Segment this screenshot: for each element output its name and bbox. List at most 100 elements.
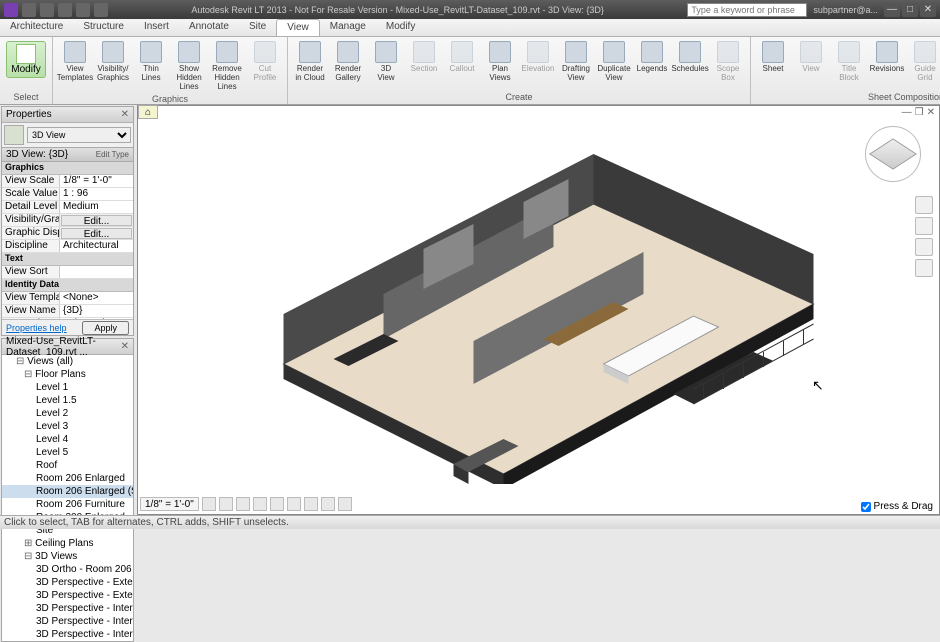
- qat-open-icon[interactable]: [22, 3, 36, 17]
- tree-node[interactable]: Level 1: [2, 381, 133, 394]
- signed-in-user[interactable]: subpartner@a...: [813, 5, 878, 15]
- properties-help-link[interactable]: Properties help: [6, 323, 67, 333]
- edit-type-button[interactable]: Edit Type: [96, 150, 129, 159]
- project-browser-tree[interactable]: Views (all)Floor PlansLevel 1Level 1.5Le…: [2, 355, 133, 641]
- thin-button[interactable]: ThinLines: [133, 39, 169, 84]
- crop-view-icon[interactable]: [270, 497, 284, 511]
- render-button[interactable]: RenderGallery: [330, 39, 366, 84]
- ribbon-tab-insert[interactable]: Insert: [134, 19, 179, 36]
- temp-hide-icon[interactable]: [321, 497, 335, 511]
- sheet-button[interactable]: Sheet: [755, 39, 791, 75]
- qat-redo-icon[interactable]: [76, 3, 90, 17]
- tree-node[interactable]: Level 4: [2, 433, 133, 446]
- prop-row[interactable]: Detail LevelMedium: [2, 201, 133, 214]
- prop-value[interactable]: [60, 266, 133, 278]
- press-drag-toggle[interactable]: Press & Drag: [861, 501, 933, 512]
- mdi-min-icon[interactable]: —: [902, 107, 912, 118]
- prop-row[interactable]: DisciplineArchitectural: [2, 240, 133, 253]
- prop-value[interactable]: {3D}: [60, 305, 133, 317]
- view-canvas[interactable]: ⌂ — ❐ ✕: [137, 105, 940, 515]
- ribbon-tab-architecture[interactable]: Architecture: [0, 19, 73, 36]
- model-view[interactable]: [168, 134, 879, 484]
- qat-save-icon[interactable]: [40, 3, 54, 17]
- ribbon-tab-view[interactable]: View: [276, 19, 320, 36]
- detail-level-icon[interactable]: [202, 497, 216, 511]
- properties-header[interactable]: Properties ✕: [2, 107, 133, 123]
- tree-node[interactable]: Ceiling Plans: [2, 537, 133, 550]
- prop-row[interactable]: View Template<None>: [2, 292, 133, 305]
- tree-node[interactable]: 3D Perspective - Interior: [2, 615, 133, 628]
- close-button[interactable]: ✕: [920, 3, 936, 17]
- visibility--button[interactable]: Visibility/Graphics: [95, 39, 131, 84]
- prop-row[interactable]: Graphic Displ...Edit...: [2, 227, 133, 240]
- mdi-close-icon[interactable]: ✕: [927, 107, 935, 118]
- drafting-button[interactable]: DraftingView: [558, 39, 594, 84]
- tree-node[interactable]: Room 206 Enlarged (Sh: [2, 485, 133, 498]
- tree-node[interactable]: 3D Perspective - Interior: [2, 628, 133, 641]
- help-search-input[interactable]: [687, 3, 807, 17]
- prop-section-identity-data[interactable]: Identity Data: [2, 279, 133, 292]
- visual-style-icon[interactable]: [219, 497, 233, 511]
- schedules-button[interactable]: Schedules: [672, 39, 708, 75]
- tree-node[interactable]: 3D Perspective - Exterio: [2, 589, 133, 602]
- prop-row[interactable]: View Scale1/8" = 1'-0": [2, 175, 133, 188]
- prop-row[interactable]: Scale Value1 : 96: [2, 188, 133, 201]
- document-tab[interactable]: ⌂: [138, 105, 158, 119]
- crop-region-icon[interactable]: [287, 497, 301, 511]
- tree-node[interactable]: 3D Views: [2, 550, 133, 563]
- apply-button[interactable]: Apply: [82, 321, 129, 335]
- show-button[interactable]: ShowHidden Lines: [171, 39, 207, 93]
- home-icon[interactable]: ⌂: [145, 107, 151, 118]
- prop-row[interactable]: Visibility/Grap...Edit...: [2, 214, 133, 227]
- tree-node[interactable]: Roof: [2, 459, 133, 472]
- prop-value[interactable]: Edit...: [61, 228, 132, 239]
- lock-view-icon[interactable]: [304, 497, 318, 511]
- view-button[interactable]: ViewTemplates: [57, 39, 93, 84]
- pan-icon[interactable]: [915, 217, 933, 235]
- revisions-button[interactable]: Revisions: [869, 39, 905, 75]
- prop-value[interactable]: Edit...: [61, 215, 132, 226]
- prop-value[interactable]: 1/8" = 1'-0": [60, 175, 133, 187]
- ribbon-tab-structure[interactable]: Structure: [73, 19, 134, 36]
- tree-node[interactable]: Level 1.5: [2, 394, 133, 407]
- tree-node[interactable]: Floor Plans: [2, 368, 133, 381]
- type-selector[interactable]: 3D View: [2, 123, 133, 147]
- type-dropdown[interactable]: 3D View: [27, 127, 131, 143]
- ribbon-tab-modify[interactable]: Modify: [376, 19, 425, 36]
- duplicate-button[interactable]: DuplicateView: [596, 39, 632, 84]
- tree-node[interactable]: 3D Perspective - Exterio: [2, 576, 133, 589]
- prop-section-graphics[interactable]: Graphics: [2, 162, 133, 175]
- tree-node[interactable]: Level 5: [2, 446, 133, 459]
- qat-undo-icon[interactable]: [58, 3, 72, 17]
- ribbon-tab-annotate[interactable]: Annotate: [179, 19, 239, 36]
- prop-section-text[interactable]: Text: [2, 253, 133, 266]
- app-logo-icon[interactable]: [4, 3, 18, 17]
- panel-close-icon[interactable]: ✕: [121, 341, 129, 352]
- tree-node[interactable]: Room 206 Enlarged: [2, 472, 133, 485]
- orbit-icon[interactable]: [915, 259, 933, 277]
- minimize-button[interactable]: —: [884, 3, 900, 17]
- prop-row[interactable]: View Sort: [2, 266, 133, 279]
- tree-node[interactable]: Room 206 Furniture: [2, 498, 133, 511]
- mdi-restore-icon[interactable]: ❐: [915, 107, 924, 118]
- tree-node[interactable]: 3D Ortho - Room 206: [2, 563, 133, 576]
- qat-print-icon[interactable]: [94, 3, 108, 17]
- ribbon-tab-manage[interactable]: Manage: [320, 19, 376, 36]
- shadows-icon[interactable]: [253, 497, 267, 511]
- steering-wheel-icon[interactable]: [915, 196, 933, 214]
- tree-node[interactable]: Level 3: [2, 420, 133, 433]
- ribbon-tab-site[interactable]: Site: [239, 19, 276, 36]
- modify-button[interactable]: Modify: [6, 41, 46, 78]
- browser-header[interactable]: Mixed-Use_RevitLT-Dataset_109.rvt ... ✕: [2, 339, 133, 355]
- prop-value[interactable]: 1 : 96: [60, 188, 133, 200]
- tree-node[interactable]: 3D Perspective - Interior: [2, 602, 133, 615]
- -d-button[interactable]: 3DView: [368, 39, 404, 84]
- plan-button[interactable]: PlanViews: [482, 39, 518, 84]
- prop-value[interactable]: Architectural: [60, 240, 133, 252]
- prop-value[interactable]: Medium: [60, 201, 133, 213]
- maximize-button[interactable]: □: [902, 3, 918, 17]
- reveal-hidden-icon[interactable]: [338, 497, 352, 511]
- tree-node[interactable]: Views (all): [2, 355, 133, 368]
- tree-node[interactable]: Level 2: [2, 407, 133, 420]
- remove-button[interactable]: RemoveHidden Lines: [209, 39, 245, 93]
